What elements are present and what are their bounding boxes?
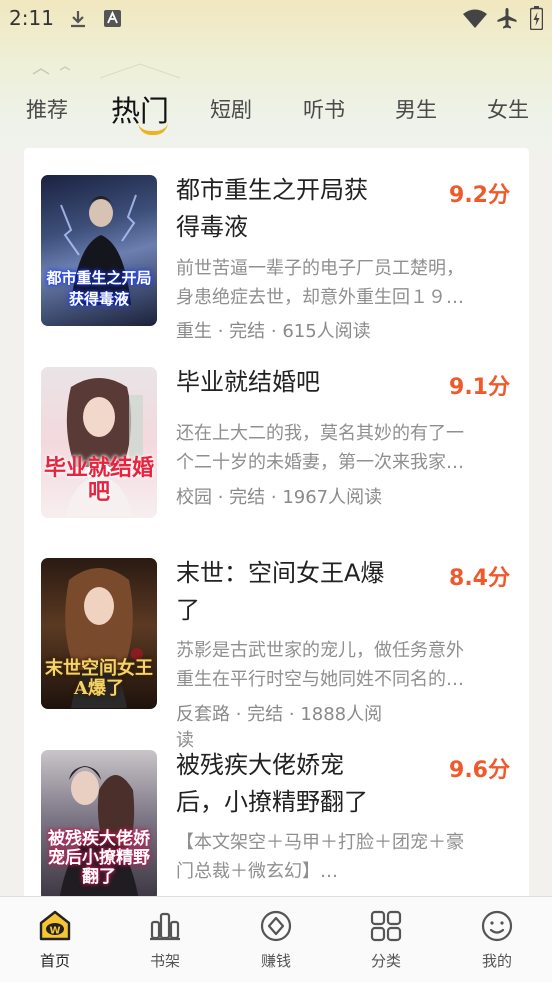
book-cover[interactable]: 毕业就结婚吧 (41, 367, 157, 518)
wifi-icon (463, 9, 487, 28)
book-title-line: 被残疾大佬娇宠 (176, 751, 344, 779)
book-score: 9.6分 (449, 758, 510, 783)
home-icon: W (39, 910, 71, 941)
book-list: 都市重生之开局获得毒液 都市重生之开局获 得毒液 9.2分 前世苦逼一辈子的电子… (24, 148, 529, 908)
svg-text:W: W (49, 926, 60, 937)
nav-bookshelf[interactable]: 书架 (110, 897, 220, 982)
book-score: 8.4分 (449, 566, 510, 591)
book-description: 还在上大二的我，莫名其妙的有了一 个二十岁的未婚妻，第一次来我家… (176, 419, 506, 477)
desc-line: 苏影是古武世家的宠儿，做任务意外 (176, 640, 464, 661)
book-title[interactable]: 末世：空间女王A爆 了 (176, 555, 401, 629)
earn-coin-icon (260, 910, 292, 942)
bottom-navigation: W 首页 书架 赚钱 分类 我的 (0, 896, 552, 982)
book-cover[interactable]: 被残疾大佬娇宠后小撩精野翻了 (41, 750, 157, 901)
status-time: 2:11 (9, 6, 54, 30)
meta-line: 重生 · 完结 · 615人阅读 (176, 321, 371, 342)
book-item[interactable]: 末世空间女王A爆了 末世：空间女王A爆 了 8.4分 苏影是古武世家的宠儿，做任… (24, 555, 529, 751)
smiley-profile-icon (481, 910, 513, 942)
download-icon (71, 11, 85, 28)
book-title-line: 末世：空间女王A爆 (176, 559, 385, 587)
book-title[interactable]: 毕业就结婚吧 (176, 364, 401, 401)
nav-earn[interactable]: 赚钱 (221, 897, 331, 982)
status-bar: 2:11 (0, 0, 552, 40)
desc-line: 重生在平行时空与她同姓不同名的… (176, 669, 464, 690)
desc-line: 身患绝症去世，却意外重生回１９… (176, 287, 464, 308)
book-score: 9.1分 (449, 375, 510, 400)
desc-line: 还在上大二的我，莫名其妙的有了一 (176, 423, 464, 444)
nav-category[interactable]: 分类 (331, 897, 441, 982)
cover-title: 末世空间女王A爆了 (45, 658, 153, 699)
tab-recommend[interactable]: 推荐 (26, 94, 68, 124)
book-title-line: 毕业就结婚吧 (176, 368, 320, 396)
nav-profile[interactable]: 我的 (442, 897, 552, 982)
nav-label: 首页 (39, 952, 70, 970)
tab-female[interactable]: 女生 (487, 94, 529, 124)
book-cover[interactable]: 末世空间女王A爆了 (41, 558, 157, 709)
desc-line: 【本文架空＋马甲＋打脸＋团宠＋豪 (176, 832, 464, 853)
cover-title: 被残疾大佬娇宠后小撩精野翻了 (48, 829, 150, 887)
nav-label: 分类 (370, 952, 401, 970)
book-meta: 校园 · 完结 · 1967人阅读 (176, 484, 401, 511)
bookshelf-icon (150, 912, 180, 941)
tab-short-drama[interactable]: 短剧 (210, 94, 252, 124)
nav-label: 赚钱 (260, 952, 291, 970)
nav-label: 书架 (149, 952, 180, 970)
desc-line: 个二十岁的未婚妻，第一次来我家… (176, 452, 464, 473)
meta-line: 校园 · 完结 · 1967人阅读 (176, 487, 383, 508)
book-title-line: 得毒液 (176, 213, 248, 241)
book-title[interactable]: 被残疾大佬娇宠 后，小撩精野翻了 (176, 747, 401, 821)
tab-male[interactable]: 男生 (395, 94, 437, 124)
book-item[interactable]: 毕业就结婚吧 毕业就结婚吧 9.1分 还在上大二的我，莫名其妙的有了一 个二十岁… (24, 367, 529, 542)
book-title-line: 都市重生之开局获 (176, 176, 368, 204)
book-meta: 反套路 · 完结 · 1888人阅 读 (176, 701, 401, 753)
tab-audiobook[interactable]: 听书 (303, 94, 345, 124)
nav-home[interactable]: W 首页 (0, 897, 110, 982)
book-cover[interactable]: 都市重生之开局获得毒液 (41, 175, 157, 326)
book-item[interactable]: 被残疾大佬娇宠后小撩精野翻了 被残疾大佬娇宠 后，小撩精野翻了 9.6分 【本文… (24, 750, 529, 908)
book-meta: 重生 · 完结 · 615人阅读 (176, 318, 401, 345)
book-description: 苏影是古武世家的宠儿，做任务意外 重生在平行时空与她同姓不同名的… (176, 636, 506, 694)
cover-title: 都市重生之开局获得毒液 (46, 269, 152, 308)
category-tabs: 推荐 热门 短剧 听书 男生 女生 (0, 88, 552, 135)
book-description: 【本文架空＋马甲＋打脸＋团宠＋豪 门总裁＋微玄幻】… (176, 828, 506, 886)
book-title-line: 后，小撩精野翻了 (176, 788, 368, 816)
category-grid-icon (370, 910, 402, 942)
nav-label: 我的 (481, 952, 512, 970)
book-title[interactable]: 都市重生之开局获 得毒液 (176, 172, 401, 246)
desc-line: 门总裁＋微玄幻】… (176, 861, 338, 882)
meta-line: 反套路 · 完结 · 1888人阅 (176, 704, 383, 725)
battery-charging-icon (530, 6, 543, 30)
cover-title: 毕业就结婚吧 (43, 455, 154, 505)
book-title-line: 了 (176, 596, 200, 624)
book-description: 前世苦逼一辈子的电子厂员工楚明， 身患绝症去世，却意外重生回１９… (176, 254, 506, 312)
app-notification-icon (104, 10, 121, 27)
desc-line: 前世苦逼一辈子的电子厂员工楚明， (176, 258, 464, 279)
book-score: 9.2分 (449, 183, 510, 208)
book-item[interactable]: 都市重生之开局获得毒液 都市重生之开局获 得毒液 9.2分 前世苦逼一辈子的电子… (24, 175, 529, 350)
airplane-mode-icon (497, 8, 517, 29)
